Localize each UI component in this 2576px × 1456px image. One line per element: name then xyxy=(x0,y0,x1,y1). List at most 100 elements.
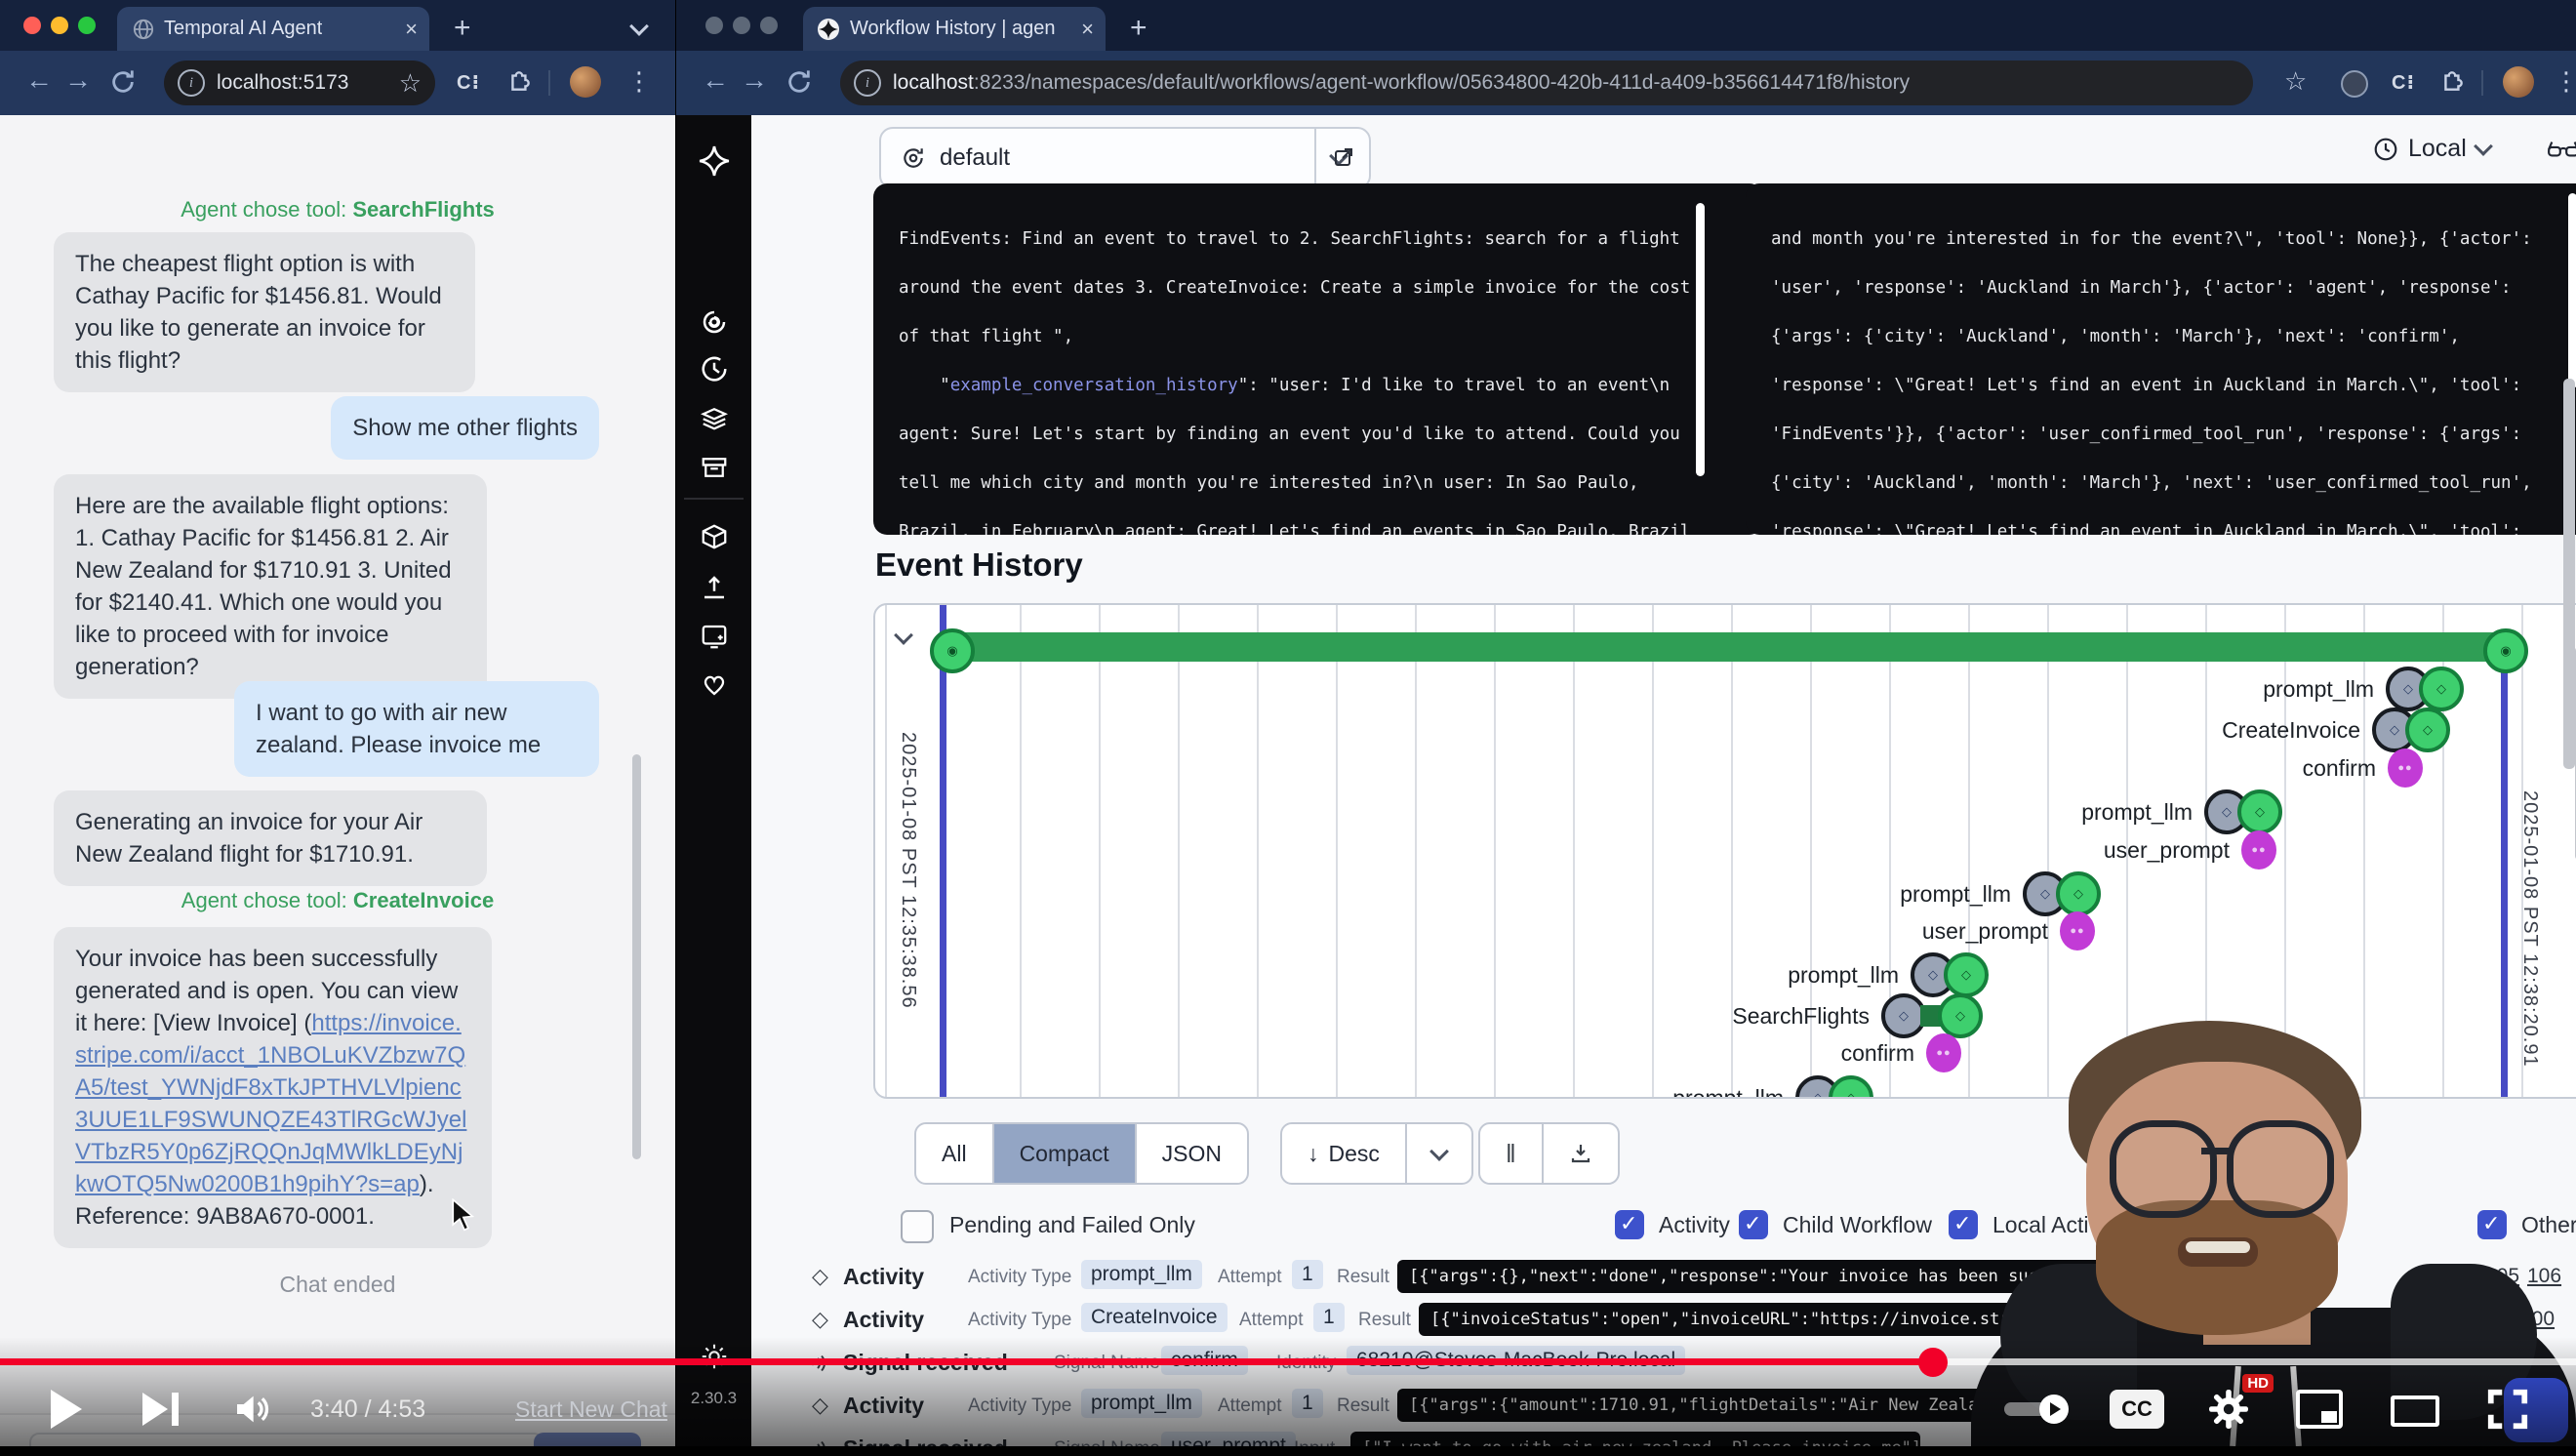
extensions-puzzle-icon[interactable] xyxy=(507,68,533,94)
profile-avatar[interactable] xyxy=(2503,66,2534,98)
view-compact-button[interactable]: Compact xyxy=(992,1124,1135,1183)
open-namespace-icon[interactable] xyxy=(1332,145,1355,169)
sidebar-archive-icon[interactable] xyxy=(698,451,731,484)
volume-button[interactable] xyxy=(222,1386,281,1433)
timeline-row[interactable]: user_prompt ●● xyxy=(2104,830,2276,870)
reload-icon[interactable] xyxy=(109,68,137,96)
tab-temporal-ai-agent[interactable]: Temporal AI Agent × xyxy=(117,7,429,51)
reader-glasses-icon[interactable] xyxy=(2547,135,2576,164)
timeline-collapse-chevron-icon[interactable] xyxy=(894,626,913,645)
download-history-button[interactable] xyxy=(1542,1124,1618,1183)
workflow-end-node[interactable]: ◉ xyxy=(2483,628,2528,673)
tab-close-icon[interactable]: × xyxy=(1069,17,1106,42)
timeline-row[interactable]: confirm ●● xyxy=(2303,748,2423,788)
new-tab-button[interactable]: + xyxy=(1130,12,1147,45)
page-scrollbar[interactable] xyxy=(2563,379,2575,769)
next-button[interactable] xyxy=(135,1386,185,1433)
start-new-chat-link[interactable]: Start New Chat xyxy=(515,1386,667,1433)
tab-search-chevron-icon[interactable] xyxy=(632,20,646,38)
tab-workflow-history[interactable]: Workflow History | agent-wor × xyxy=(803,7,1106,51)
close-window-button[interactable] xyxy=(23,17,41,34)
video-progress-remaining[interactable] xyxy=(1930,1358,2576,1365)
timeline-row[interactable]: prompt_llm ◇ ◇ xyxy=(2263,667,2464,711)
timeline-row[interactable]: CreateInvoice ◇ ◇ xyxy=(2222,708,2450,752)
bookmark-star-icon[interactable]: ☆ xyxy=(399,68,422,99)
chat-scrollbar[interactable] xyxy=(632,754,641,1159)
sort-chevron-button[interactable] xyxy=(1405,1124,1471,1183)
captions-button[interactable]: CC xyxy=(2110,1390,2164,1429)
extension-generic-icon[interactable] xyxy=(2341,70,2368,98)
extensions-puzzle-icon[interactable] xyxy=(2440,68,2466,94)
activity-completed-node[interactable]: ◇ xyxy=(1944,952,1989,997)
play-button[interactable] xyxy=(45,1386,88,1433)
time-zone-select[interactable]: Local xyxy=(2373,135,2490,163)
pending-failed-checkbox[interactable] xyxy=(901,1210,934,1243)
back-icon[interactable]: ← xyxy=(702,64,729,96)
site-info-icon[interactable]: i xyxy=(178,69,205,97)
forward-icon[interactable]: → xyxy=(741,64,768,96)
sidebar-batch-icon[interactable] xyxy=(698,401,731,434)
address-bar[interactable]: i localhost:5173 ☆ xyxy=(164,61,435,105)
new-tab-button[interactable]: + xyxy=(454,12,471,45)
profile-avatar[interactable] xyxy=(570,66,601,98)
extension-ci-icon[interactable]: C⁝ xyxy=(2392,70,2415,95)
address-bar[interactable]: i localhost :8233/namespaces/default/wor… xyxy=(840,61,2253,105)
zoom-window-button[interactable] xyxy=(78,17,96,34)
minimize-window-button[interactable] xyxy=(51,17,68,34)
sidebar-schedules-icon[interactable] xyxy=(698,352,731,385)
fullscreen-button[interactable] xyxy=(2482,1386,2533,1433)
autoplay-toggle[interactable] xyxy=(2002,1394,2069,1425)
browser-menu-icon[interactable]: ⋮ xyxy=(2554,66,2576,97)
tab-close-icon[interactable]: × xyxy=(393,17,429,42)
invoice-link[interactable]: https://invoice.stripe.com/i/acct_1NBOLu… xyxy=(75,1010,466,1197)
filter-activity-checkbox[interactable] xyxy=(1615,1210,1644,1239)
view-all-button[interactable]: All xyxy=(916,1124,992,1183)
timeline-row[interactable]: user_prompt ●● xyxy=(1922,911,2095,950)
temporal-logo-icon[interactable] xyxy=(698,144,731,178)
namespace-select[interactable]: default xyxy=(879,127,1371,189)
activity-completed-node[interactable]: ◇ xyxy=(2237,789,2282,834)
close-window-button[interactable] xyxy=(705,17,723,34)
activity-completed-node[interactable]: ◇ xyxy=(1829,1075,1873,1099)
back-icon[interactable]: ← xyxy=(25,64,53,96)
signal-node[interactable]: ●● xyxy=(2388,748,2423,788)
extension-ci-icon[interactable]: C⁝ xyxy=(457,70,480,95)
video-progress-played[interactable] xyxy=(0,1358,1930,1365)
timeline-row[interactable]: prompt_llm ◇ ◇ xyxy=(2081,789,2282,834)
sort-desc-button[interactable]: ↓Desc xyxy=(1282,1124,1405,1183)
code-right-scrollbar[interactable] xyxy=(2568,193,2576,388)
signal-node[interactable]: ●● xyxy=(2060,911,2095,950)
zoom-window-button[interactable] xyxy=(760,17,778,34)
timeline-row[interactable]: prompt_llm ◇ ◇ xyxy=(1672,1075,1873,1099)
forward-icon[interactable]: → xyxy=(64,64,92,96)
theater-button[interactable] xyxy=(2391,1394,2439,1429)
timeline-row[interactable]: confirm ●● xyxy=(1841,1033,1961,1072)
sidebar-labs-icon[interactable] xyxy=(698,620,731,653)
miniplayer-button[interactable] xyxy=(2295,1388,2344,1431)
timeline-row[interactable]: prompt_llm ◇ ◇ xyxy=(1788,952,1989,997)
signal-node[interactable]: ●● xyxy=(1926,1033,1961,1072)
reload-icon[interactable] xyxy=(785,68,813,96)
sidebar-feedback-heart-icon[interactable] xyxy=(698,667,731,701)
signal-node[interactable]: ●● xyxy=(2241,830,2276,870)
activity-completed-node[interactable]: ◇ xyxy=(2405,708,2450,752)
workflow-execution-bar[interactable] xyxy=(946,632,2509,662)
sidebar-workflows-icon[interactable] xyxy=(698,305,731,339)
sidebar-namespaces-icon[interactable] xyxy=(698,520,731,553)
activity-completed-node[interactable]: ◇ xyxy=(2056,871,2101,916)
workflow-start-node[interactable]: ◉ xyxy=(930,628,975,673)
view-json-button[interactable]: JSON xyxy=(1135,1124,1247,1183)
site-info-icon[interactable]: i xyxy=(854,69,881,97)
timeline-row[interactable]: SearchFlights ◇ ◇ xyxy=(1732,993,1983,1038)
sidebar-import-icon[interactable] xyxy=(698,571,731,604)
timeline-row[interactable]: prompt_llm ◇ ◇ xyxy=(1900,871,2101,916)
activity-completed-node[interactable]: ◇ xyxy=(2419,667,2464,711)
filter-child-workflow-checkbox[interactable] xyxy=(1739,1210,1768,1239)
pause-feed-button[interactable]: ‖ xyxy=(1480,1124,1542,1183)
minimize-window-button[interactable] xyxy=(733,17,750,34)
browser-menu-icon[interactable]: ⋮ xyxy=(626,66,652,97)
code-left-scrollbar[interactable] xyxy=(1696,203,1705,476)
bookmark-star-icon[interactable]: ☆ xyxy=(2284,66,2307,97)
video-progress-scrubber[interactable] xyxy=(1918,1348,1948,1377)
settings-button[interactable]: HD xyxy=(2203,1384,2254,1435)
